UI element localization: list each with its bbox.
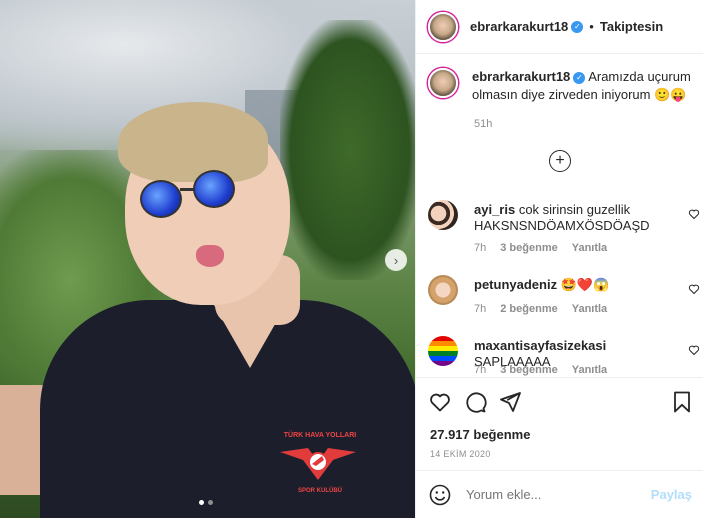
comment-username[interactable]: maxantisayfasizekasi <box>474 338 606 353</box>
comment-reply-button[interactable]: Yanıtla <box>572 242 607 254</box>
add-comment-bar: Paylaş <box>416 470 703 518</box>
carousel-dot <box>208 500 213 505</box>
post-photo[interactable]: TÜRK HAVA YOLLARI SPOR KULÜBÜ › <box>0 0 415 518</box>
post-header: ebrarkarakurt18 ✓ • Takiptesin <box>416 0 703 54</box>
comment-input[interactable] <box>466 487 651 502</box>
comment-reply-button[interactable]: Yanıtla <box>572 364 607 376</box>
caption-avatar[interactable] <box>428 68 458 98</box>
bookmark-icon[interactable] <box>670 390 694 414</box>
comment-heart-icon[interactable] <box>688 344 700 356</box>
header-username[interactable]: ebrarkarakurt18 <box>470 19 568 34</box>
comment-likes[interactable]: 3 beğenme <box>500 242 557 254</box>
comment-likes[interactable]: 2 beğenme <box>500 303 557 315</box>
likes-count[interactable]: 27.917 beğenme <box>430 427 530 442</box>
carousel-dots <box>199 500 213 505</box>
comment-text: 🤩❤️😱 <box>560 277 610 292</box>
post-comment-button[interactable]: Paylaş <box>651 487 692 502</box>
comment-avatar[interactable] <box>428 336 458 366</box>
comment-avatar[interactable] <box>428 275 458 305</box>
avatar[interactable] <box>428 11 458 42</box>
share-icon[interactable] <box>498 390 522 414</box>
post-side-panel: ebrarkarakurt18 ✓ • Takiptesin ebrarkara… <box>415 0 703 518</box>
comment-heart-icon[interactable] <box>688 208 700 220</box>
comment-reply-button[interactable]: Yanıtla <box>572 303 607 315</box>
comment-body: petunyadeniz 🤩❤️😱 <box>474 277 674 293</box>
load-more-comments-button[interactable]: + <box>549 150 571 172</box>
shirt-logo-icon <box>280 448 356 480</box>
smiley-icon[interactable] <box>428 483 452 507</box>
carousel-dot-active <box>199 500 204 505</box>
photo-vneck <box>210 298 290 368</box>
photo-tongue <box>196 245 224 267</box>
sunglasses-lens-left <box>140 180 182 218</box>
chevron-right-icon: › <box>393 252 399 268</box>
comment-meta: 7h 3 beğenme Yanıtla <box>474 364 607 376</box>
verified-badge-icon: ✓ <box>573 71 586 84</box>
following-button[interactable]: Takiptesin <box>600 19 663 34</box>
comment-likes[interactable]: 3 beğenme <box>500 364 557 376</box>
comment-username[interactable]: petunyadeniz <box>474 277 557 292</box>
caption-text-block: ebrarkarakurt18 ✓ Aramızda uçurum olmasın… <box>472 68 694 104</box>
plus-circle-icon: + <box>555 152 565 169</box>
comment-icon[interactable] <box>463 390 487 414</box>
photo-tree <box>280 20 415 280</box>
comment-time: 7h <box>474 242 487 254</box>
shirt-logo-text: TÜRK HAVA YOLLARI <box>283 432 357 439</box>
caption-username[interactable]: ebrarkarakurt18 <box>472 69 570 84</box>
post-actions-bar <box>416 377 703 425</box>
comment-time: 7h <box>474 364 487 376</box>
comment-meta: 7h 3 beğenme Yanıtla <box>474 242 607 254</box>
comment-avatar[interactable] <box>428 200 458 230</box>
post-date: 14 EKİM 2020 <box>430 449 491 459</box>
comment-time: 7h <box>474 303 487 315</box>
comment-username[interactable]: ayi_ris <box>474 202 515 217</box>
verified-badge-icon: ✓ <box>571 20 584 33</box>
photo-hair <box>118 102 268 182</box>
comment-heart-icon[interactable] <box>688 283 700 295</box>
sunglasses-lens-right <box>193 170 235 208</box>
header-separator: • <box>589 19 594 34</box>
post-caption: ebrarkarakurt18 ✓ Aramızda uçurum olmasın… <box>428 68 694 104</box>
shirt-logo-subtext: SPOR KULÜBÜ <box>297 488 342 494</box>
comment-body: ayi_ris cok sirinsin guzellik HAKSNSNDÖA… <box>474 202 674 234</box>
comment-meta: 7h 2 beğenme Yanıtla <box>474 303 607 315</box>
caption-time: 51h <box>474 118 493 130</box>
heart-icon[interactable] <box>428 390 452 414</box>
carousel-next-button[interactable]: › <box>385 249 407 271</box>
